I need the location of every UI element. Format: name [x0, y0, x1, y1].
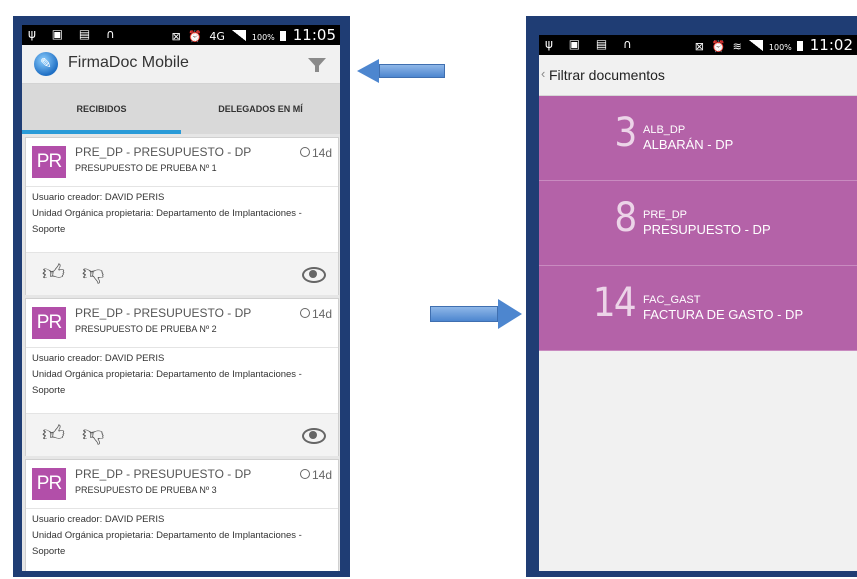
notification-icons: ψ ▣ ▤ ∩	[28, 27, 121, 41]
signal-icon	[749, 40, 764, 51]
clock-icon	[299, 147, 310, 157]
wifi-icon: ≋	[732, 40, 742, 53]
card-unit: Unidad Orgánica propietaria: Departament…	[32, 208, 302, 235]
card-subtitle: PRESUPUESTO DE PRUEBA Nº 1	[75, 163, 217, 173]
app-logo: ✎	[34, 52, 58, 76]
card-age-value: 14d	[311, 468, 332, 482]
tab-delegados[interactable]: DELEGADOS EN MÍ	[181, 84, 340, 134]
card-actions: 👍︎ 👎︎	[26, 252, 338, 295]
filter-icon-stem[interactable]	[315, 65, 319, 72]
card-body: Usuario creador: DAVID PERIS Unidad Orgá…	[32, 351, 334, 399]
status-bar: ψ ▣ ▤ ∩ ⊠ ⏰ 4G 100% 11:05	[22, 25, 340, 45]
notification-icons: ψ ▣ ▤ ∩	[545, 37, 638, 51]
right-phone-screen: ψ ▣ ▤ ∩ ⊠ ⏰ ≋ 100% 11:02 ‹ Filtrar docum…	[539, 35, 857, 571]
filter-item-count: 3	[613, 110, 637, 156]
card-age: 14d	[299, 307, 332, 321]
card-actions: 👍︎ 👎︎	[26, 413, 338, 456]
filter-item-count: 14	[592, 280, 637, 326]
filter-title: Filtrar documentos	[549, 67, 665, 83]
battery-icon	[280, 31, 287, 41]
card-header[interactable]: PR PRE_DP - PRESUPUESTO - DP PRESUPUESTO…	[26, 460, 338, 509]
card-title: PRE_DP - PRESUPUESTO - DP	[75, 145, 252, 159]
document-card[interactable]: PR PRE_DP - PRESUPUESTO - DP PRESUPUESTO…	[25, 137, 339, 295]
signal-icon	[232, 30, 247, 41]
vibrate-icon: ⊠	[171, 30, 181, 43]
alarm-icon: ⏰	[188, 30, 202, 43]
filter-item[interactable]: 3 ALB_DP ALBARÁN - DP	[539, 96, 857, 181]
tab-bar: RECIBIDOS DELEGADOS EN MÍ	[22, 84, 340, 134]
card-subtitle: PRESUPUESTO DE PRUEBA Nº 3	[75, 485, 217, 495]
status-time: 11:02	[809, 36, 853, 54]
eye-icon[interactable]	[302, 267, 326, 283]
eye-icon[interactable]	[302, 428, 326, 444]
arrow-right-icon	[430, 299, 522, 329]
filter-item[interactable]: 8 PRE_DP PRESUPUESTO - DP	[539, 181, 857, 266]
filter-item-name: FACTURA DE GASTO - DP	[643, 307, 804, 322]
network-label: 4G	[209, 30, 225, 43]
tab-recibidos[interactable]: RECIBIDOS	[22, 84, 181, 134]
card-age: 14d	[299, 146, 332, 160]
document-card[interactable]: PR PRE_DP - PRESUPUESTO - DP PRESUPUESTO…	[25, 298, 339, 456]
filter-item-code: ALB_DP	[643, 124, 686, 136]
card-header[interactable]: PR PRE_DP - PRESUPUESTO - DP PRESUPUESTO…	[26, 299, 338, 348]
document-card[interactable]: PR PRE_DP - PRESUPUESTO - DP PRESUPUESTO…	[25, 459, 339, 571]
document-type-badge: PR	[32, 468, 66, 500]
thumbs-down-icon[interactable]: 👎︎	[82, 421, 104, 447]
tab-selected-indicator	[22, 130, 181, 134]
arrow-left-icon	[357, 59, 445, 83]
filter-item-name: ALBARÁN - DP	[643, 137, 734, 152]
vibrate-icon: ⊠	[694, 40, 704, 53]
document-type-badge: PR	[32, 307, 66, 339]
battery-percent: 100%	[251, 33, 275, 42]
card-age-value: 14d	[311, 307, 332, 321]
filter-item-count: 8	[613, 195, 637, 241]
app-title: FirmaDoc Mobile	[68, 54, 189, 71]
filter-item-code: PRE_DP	[643, 209, 688, 221]
alarm-icon: ⏰	[711, 40, 726, 53]
card-title: PRE_DP - PRESUPUESTO - DP	[75, 467, 252, 481]
filter-item-code: FAC_GAST	[643, 294, 701, 306]
battery-icon	[797, 41, 804, 51]
thumbs-up-icon[interactable]: 👍︎	[42, 421, 65, 447]
filter-item[interactable]: 14 FAC_GAST FACTURA DE GASTO - DP	[539, 266, 857, 351]
card-body: Usuario creador: DAVID PERIS Unidad Orgá…	[32, 512, 334, 560]
filter-item-name: PRESUPUESTO - DP	[643, 222, 771, 237]
card-body: Usuario creador: DAVID PERIS Unidad Orgá…	[32, 190, 334, 238]
pen-icon: ✎	[40, 55, 52, 71]
clock-icon	[299, 469, 310, 479]
status-bar: ψ ▣ ▤ ∩ ⊠ ⏰ ≋ 100% 11:02	[539, 35, 857, 55]
status-right: ⊠ ⏰ 4G 100% 11:05	[171, 26, 336, 44]
card-creator: Usuario creador: DAVID PERIS	[32, 192, 165, 203]
battery-percent: 100%	[768, 43, 792, 52]
card-header[interactable]: PR PRE_DP - PRESUPUESTO - DP PRESUPUESTO…	[26, 138, 338, 187]
thumbs-up-icon[interactable]: 👍︎	[42, 260, 65, 286]
app-bar: ✎ FirmaDoc Mobile	[22, 45, 340, 84]
left-phone-screen: ψ ▣ ▤ ∩ ⊠ ⏰ 4G 100% 11:05 ✎ FirmaDoc Mob…	[22, 25, 340, 571]
filter-header: ‹ Filtrar documentos	[539, 55, 857, 96]
clock-icon	[299, 308, 310, 318]
card-creator: Usuario creador: DAVID PERIS	[32, 514, 165, 525]
card-age: 14d	[299, 468, 332, 482]
status-right: ⊠ ⏰ ≋ 100% 11:02	[695, 36, 853, 54]
card-creator: Usuario creador: DAVID PERIS	[32, 353, 165, 364]
thumbs-down-icon[interactable]: 👎︎	[82, 260, 104, 286]
back-chevron-icon[interactable]: ‹	[541, 66, 545, 81]
status-time: 11:05	[292, 26, 336, 44]
card-title: PRE_DP - PRESUPUESTO - DP	[75, 306, 252, 320]
document-type-badge: PR	[32, 146, 66, 178]
card-subtitle: PRESUPUESTO DE PRUEBA Nº 2	[75, 324, 217, 334]
card-age-value: 14d	[311, 146, 332, 160]
card-unit: Unidad Orgánica propietaria: Departament…	[32, 369, 302, 396]
card-unit: Unidad Orgánica propietaria: Departament…	[32, 530, 302, 557]
